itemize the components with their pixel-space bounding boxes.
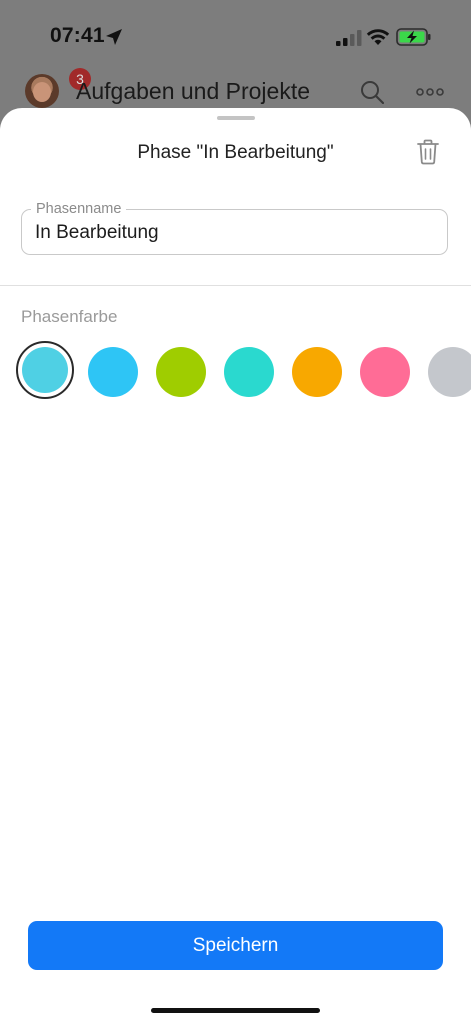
cellular-signal-icon bbox=[336, 30, 362, 46]
save-button[interactable]: Speichern bbox=[28, 921, 443, 970]
phase-edit-sheet: Phase "In Bearbeitung" Phasenname In Bea… bbox=[0, 108, 471, 1024]
color-swatch[interactable] bbox=[156, 347, 206, 397]
color-swatch[interactable] bbox=[428, 347, 471, 397]
app-header: 3 Aufgaben und Projekte bbox=[0, 68, 471, 112]
avatar-face bbox=[33, 82, 51, 102]
phase-color-label: Phasenfarbe bbox=[21, 307, 118, 326]
phase-name-input[interactable]: In Bearbeitung bbox=[35, 222, 159, 244]
phase-name-field[interactable]: Phasenname In Bearbeitung bbox=[21, 201, 448, 255]
color-swatch-row bbox=[0, 338, 471, 410]
trash-icon[interactable] bbox=[416, 139, 440, 165]
battery-charging-icon bbox=[396, 28, 431, 46]
search-icon[interactable] bbox=[360, 80, 384, 104]
wifi-icon bbox=[366, 29, 390, 45]
screen: 07:41 3 Aufgaben und Projekte Phase "In … bbox=[0, 0, 471, 1024]
color-swatch[interactable] bbox=[88, 347, 138, 397]
status-time: 07:41 bbox=[50, 24, 105, 47]
home-indicator bbox=[151, 1008, 320, 1013]
divider bbox=[0, 285, 471, 286]
page-title: Aufgaben und Projekte bbox=[76, 78, 311, 104]
color-swatch[interactable] bbox=[292, 347, 342, 397]
avatar[interactable]: 3 bbox=[25, 68, 91, 108]
more-icon[interactable] bbox=[416, 88, 444, 96]
color-swatch[interactable] bbox=[360, 347, 410, 397]
color-swatch[interactable] bbox=[224, 347, 274, 397]
sheet-grabber[interactable] bbox=[217, 116, 255, 120]
phase-name-label: Phasenname bbox=[31, 201, 127, 217]
color-swatch-selected[interactable] bbox=[16, 341, 74, 399]
sheet-title: Phase "In Bearbeitung" bbox=[137, 142, 334, 163]
location-arrow-icon bbox=[106, 29, 122, 45]
color-swatch-fill bbox=[22, 347, 68, 393]
status-bar: 07:41 bbox=[0, 0, 471, 70]
